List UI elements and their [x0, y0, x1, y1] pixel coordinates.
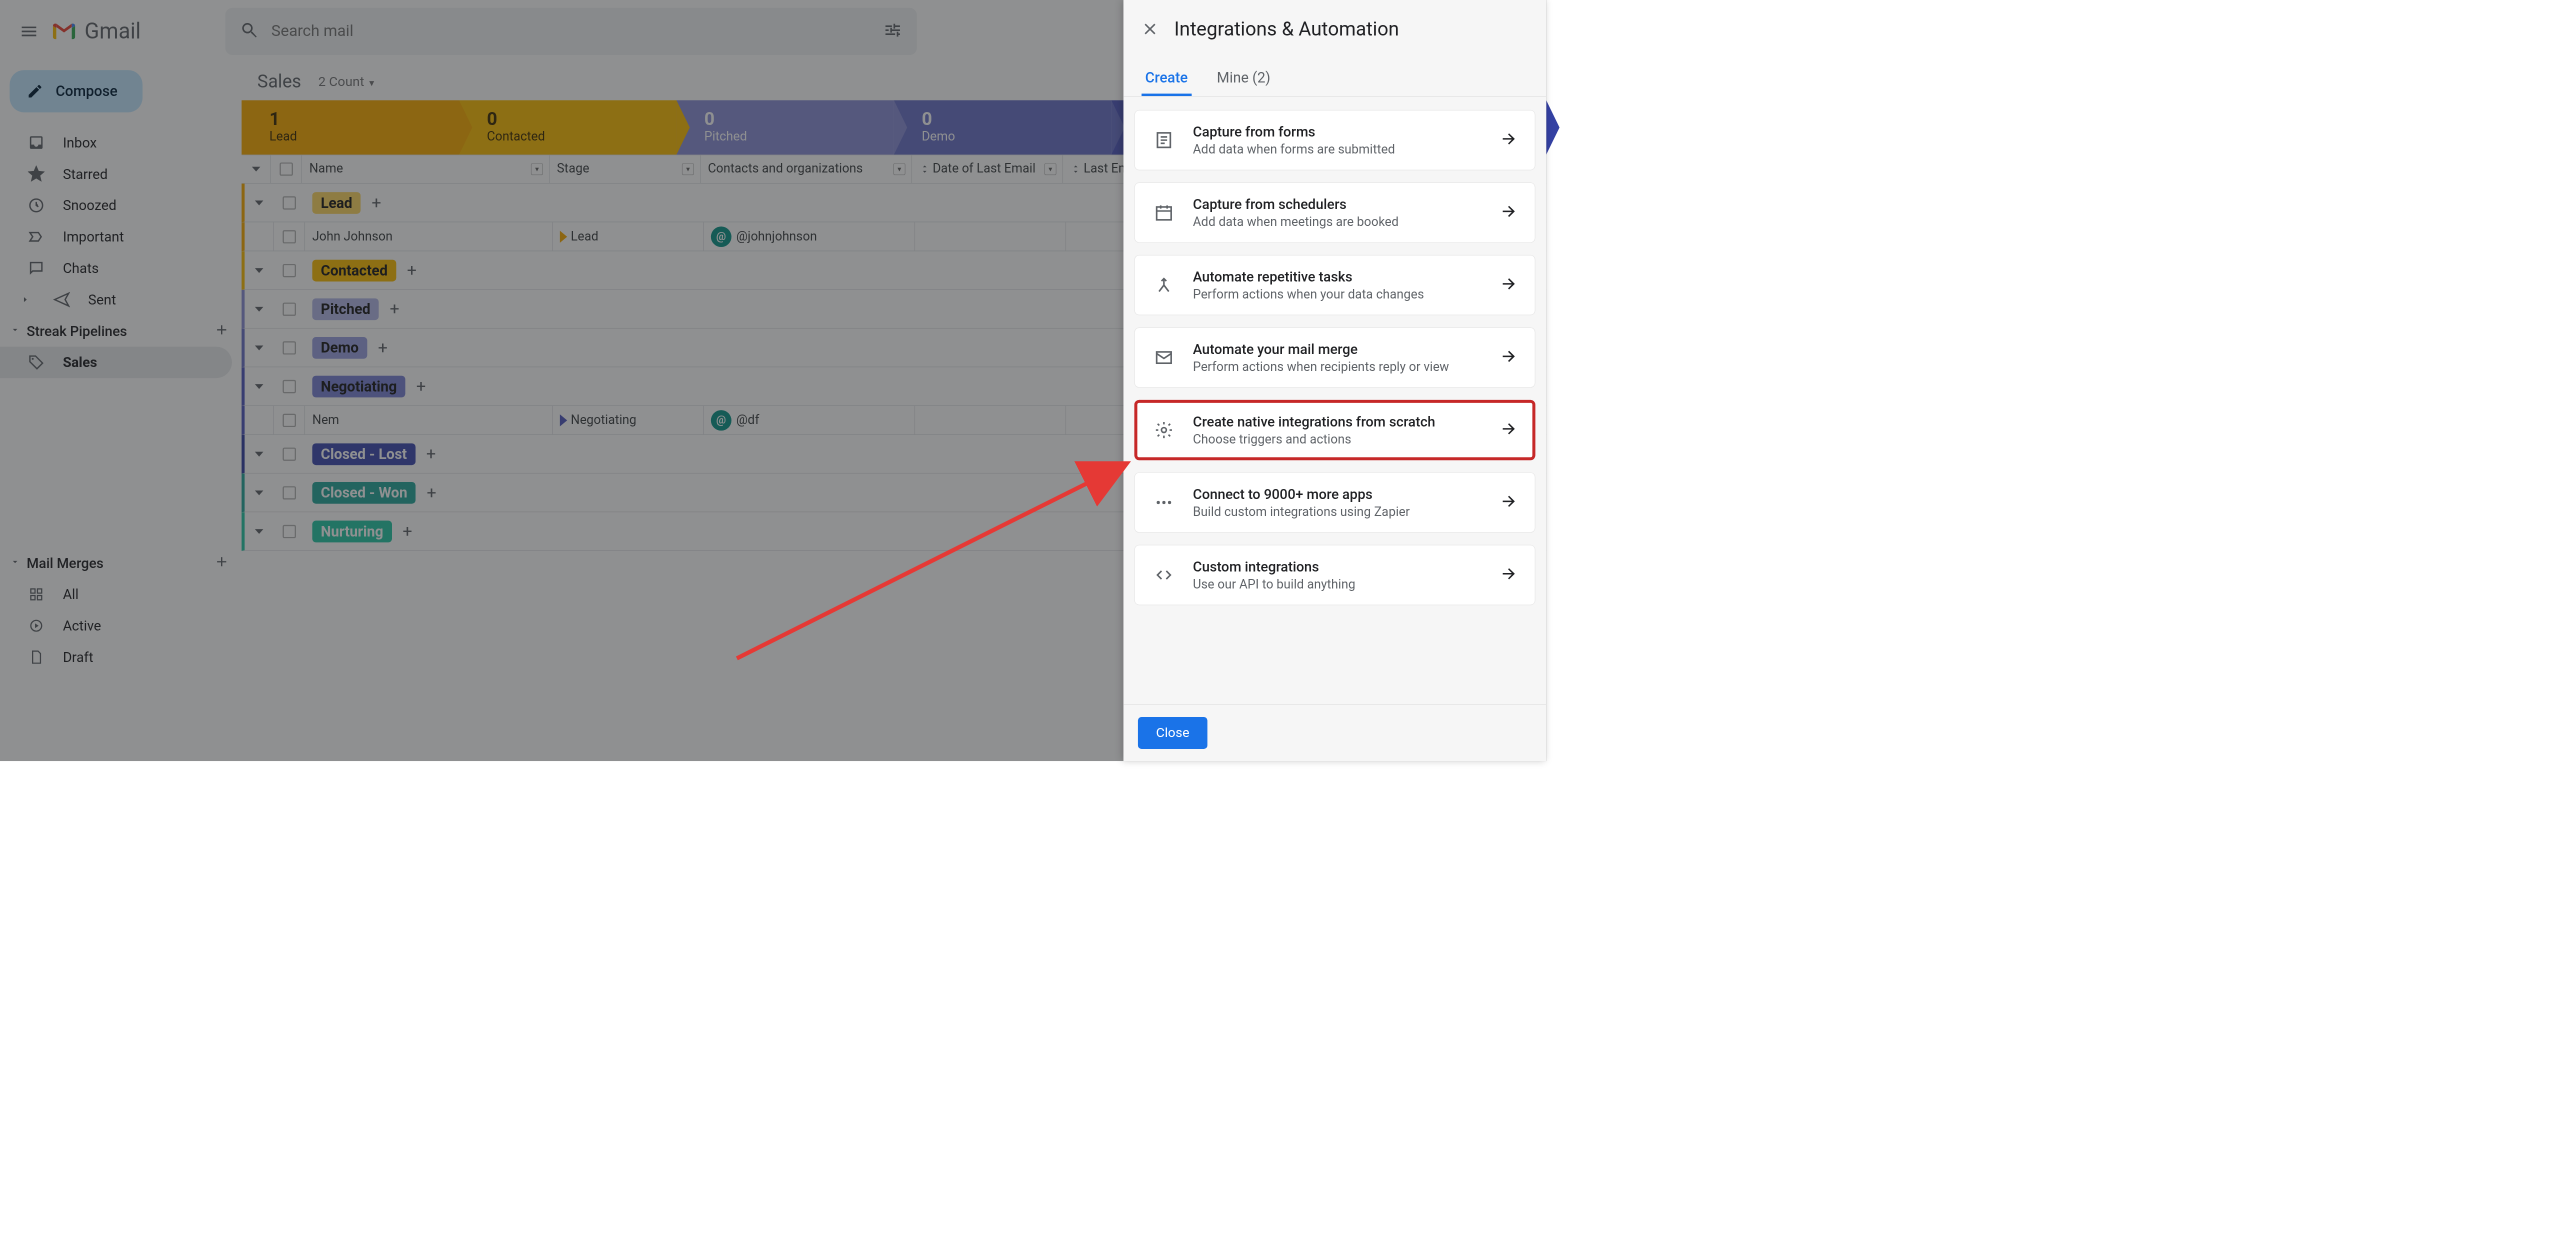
option-title: Custom integrations	[1193, 558, 1483, 574]
option-title: Capture from forms	[1193, 124, 1483, 140]
integration-option[interactable]: Automate repetitive tasks Perform action…	[1134, 255, 1535, 315]
option-subtitle: Add data when meetings are booked	[1193, 215, 1483, 229]
merge-icon	[1152, 273, 1176, 297]
mail-icon	[1152, 345, 1176, 369]
gear-icon	[1152, 418, 1176, 442]
integration-option[interactable]: Custom integrations Use our API to build…	[1134, 545, 1535, 605]
option-title: Connect to 9000+ more apps	[1193, 486, 1483, 502]
option-title: Automate your mail merge	[1193, 341, 1483, 357]
tab-mine[interactable]: Mine (2)	[1217, 69, 1271, 96]
arrow-right-icon	[1500, 347, 1518, 368]
panel-footer: Close	[1123, 704, 1546, 761]
option-title: Automate repetitive tasks	[1193, 268, 1483, 284]
close-icon[interactable]	[1140, 19, 1159, 38]
dots-icon	[1152, 490, 1176, 514]
arrow-right-icon	[1500, 275, 1518, 296]
arrow-right-icon	[1500, 130, 1518, 151]
form-icon	[1152, 128, 1176, 152]
option-subtitle: Perform actions when recipients reply or…	[1193, 360, 1483, 374]
option-title: Create native integrations from scratch	[1193, 413, 1483, 429]
option-subtitle: Add data when forms are submitted	[1193, 142, 1483, 156]
option-subtitle: Build custom integrations using Zapier	[1193, 505, 1483, 519]
close-button[interactable]: Close	[1138, 717, 1208, 749]
arrow-right-icon	[1500, 565, 1518, 586]
integration-option[interactable]: Connect to 9000+ more apps Build custom …	[1134, 472, 1535, 532]
panel-header: Integrations & Automation	[1123, 0, 1546, 58]
integration-option[interactable]: Capture from schedulers Add data when me…	[1134, 182, 1535, 242]
integration-option[interactable]: Automate your mail merge Perform actions…	[1134, 327, 1535, 387]
option-title: Capture from schedulers	[1193, 196, 1483, 212]
arrow-right-icon	[1500, 492, 1518, 513]
option-subtitle: Choose triggers and actions	[1193, 432, 1483, 446]
panel-title: Integrations & Automation	[1174, 18, 1399, 41]
integration-option[interactable]: Capture from forms Add data when forms a…	[1134, 110, 1535, 170]
panel-body: Capture from forms Add data when forms a…	[1123, 97, 1546, 705]
arrow-right-icon	[1500, 202, 1518, 223]
integrations-panel: Integrations & Automation Create Mine (2…	[1123, 0, 1546, 761]
option-subtitle: Use our API to build anything	[1193, 577, 1483, 591]
integration-option[interactable]: Create native integrations from scratch …	[1134, 400, 1535, 460]
tab-create[interactable]: Create	[1145, 69, 1188, 96]
code-icon	[1152, 563, 1176, 587]
option-subtitle: Perform actions when your data changes	[1193, 287, 1483, 301]
arrow-right-icon	[1500, 420, 1518, 441]
calendar-icon	[1152, 201, 1176, 225]
panel-tabs: Create Mine (2)	[1123, 58, 1546, 97]
